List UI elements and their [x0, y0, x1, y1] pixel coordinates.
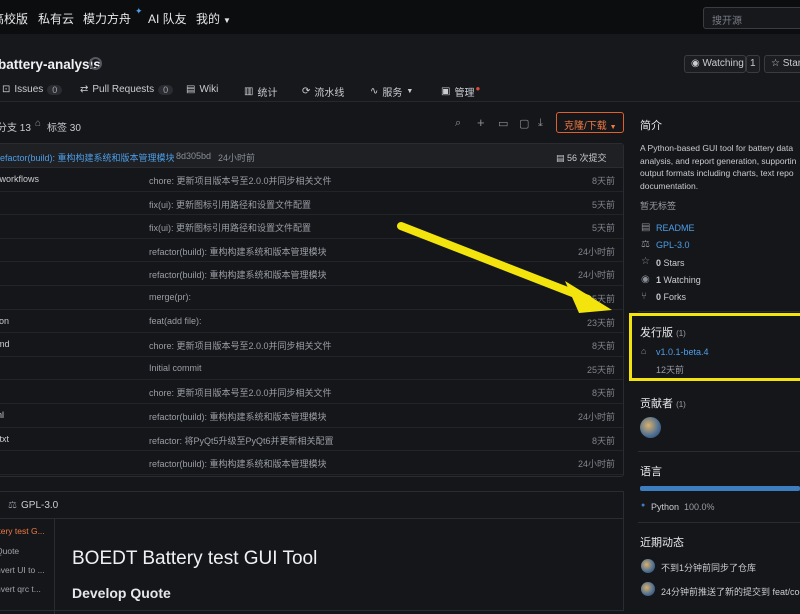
annotation-arrow: [397, 222, 612, 313]
arrow-head: [565, 281, 612, 313]
arrow-shaft: [397, 222, 592, 303]
